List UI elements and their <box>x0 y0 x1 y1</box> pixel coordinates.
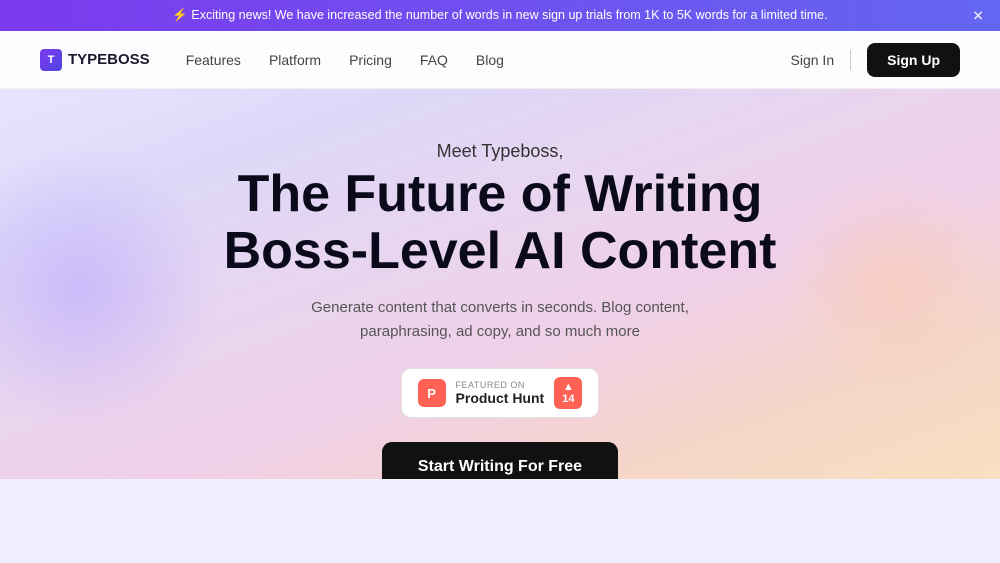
logo[interactable]: T TYPEBOSS <box>40 49 150 71</box>
product-hunt-text: FEATURED ON Product Hunt <box>456 380 545 406</box>
banner-close-button[interactable]: ✕ <box>972 7 984 24</box>
product-hunt-logo: P <box>418 379 446 407</box>
nav-pricing[interactable]: Pricing <box>349 52 392 68</box>
product-hunt-badge[interactable]: P FEATURED ON Product Hunt ▲14 <box>401 368 600 418</box>
hero-subtitle: Meet Typeboss, <box>40 141 960 162</box>
logo-text: TYPEBOSS <box>68 51 150 68</box>
nav-platform[interactable]: Platform <box>269 52 321 68</box>
nav-features[interactable]: Features <box>186 52 241 68</box>
announcement-banner: ⚡ Exciting news! We have increased the n… <box>0 0 1000 31</box>
ph-featured-label: FEATURED ON <box>456 380 545 390</box>
nav-faq[interactable]: FAQ <box>420 52 448 68</box>
navbar: T TYPEBOSS Features Platform Pricing FAQ… <box>0 31 1000 89</box>
nav-divider <box>850 50 851 70</box>
nav-links: Features Platform Pricing FAQ Blog <box>186 52 791 68</box>
ph-product-name: Product Hunt <box>456 390 545 406</box>
hero-section: Meet Typeboss, The Future of WritingBoss… <box>0 89 1000 479</box>
hero-title: The Future of WritingBoss-Level AI Conte… <box>40 166 960 280</box>
signin-button[interactable]: Sign In <box>791 52 835 68</box>
logo-icon: T <box>40 49 62 71</box>
banner-text: ⚡ Exciting news! We have increased the n… <box>172 8 827 22</box>
ph-votes: ▲14 <box>554 377 582 409</box>
signup-button[interactable]: Sign Up <box>867 43 960 77</box>
cta-button[interactable]: Start Writing For Free <box>382 442 618 479</box>
nav-blog[interactable]: Blog <box>476 52 504 68</box>
hero-description: Generate content that converts in second… <box>40 296 960 344</box>
nav-auth: Sign In Sign Up <box>791 43 960 77</box>
